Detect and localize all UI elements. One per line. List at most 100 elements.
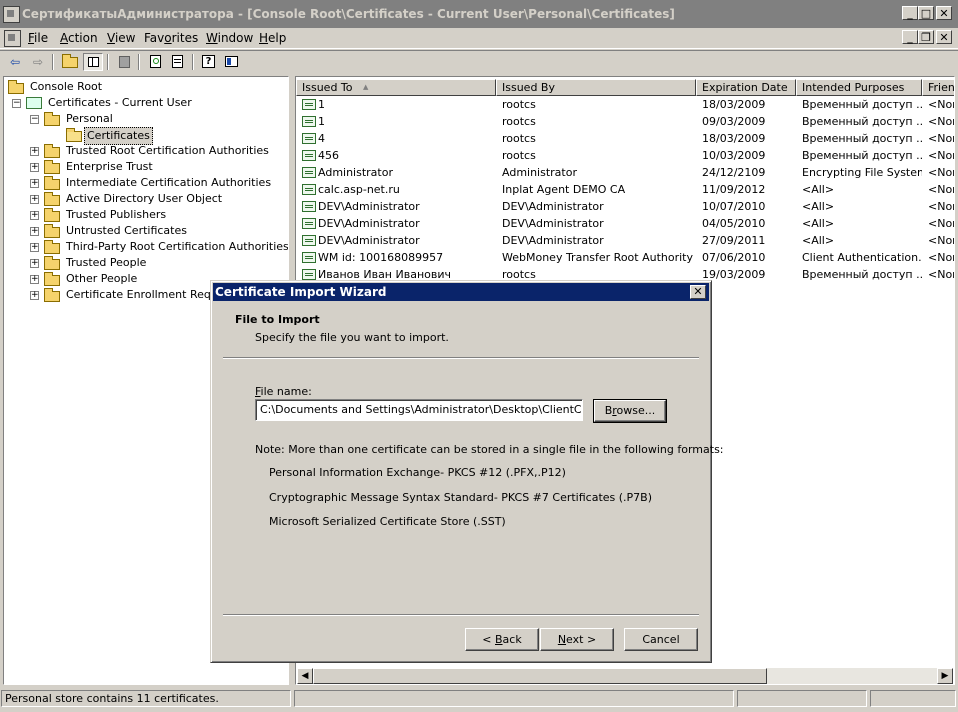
column-header-expiration-date[interactable]: Expiration Date — [696, 79, 796, 96]
show-hide-tree-icon[interactable] — [83, 53, 103, 71]
cell-issued-to: 456 — [318, 149, 339, 162]
collapse-icon[interactable]: − — [30, 115, 39, 124]
toolbar-separator — [138, 54, 140, 70]
cell-issued-by: Administrator — [502, 166, 577, 179]
dialog-title-bar[interactable]: Certificate Import Wizard ✕ — [213, 283, 709, 301]
expand-icon[interactable]: + — [30, 259, 39, 268]
certificate-icon — [302, 269, 316, 280]
maximize-button[interactable]: □ — [918, 6, 934, 20]
cell-intended-purposes: <All> — [802, 234, 835, 247]
cell-issued-to: DEV\Administrator — [318, 234, 420, 247]
table-row[interactable]: calc.asp-net.ru Inplat Agent DEMO CA 11/09… — [296, 181, 954, 198]
cell-intended-purposes: Временный доступ ... — [802, 149, 922, 162]
file-name-input[interactable]: C:\Documents and Settings\Administrator\… — [255, 399, 583, 421]
cell-intended-purposes: Временный доступ ... — [802, 98, 922, 111]
mdi-restore-button[interactable]: ❐ — [918, 30, 934, 44]
forward-arrow-icon[interactable]: ⇨ — [28, 53, 48, 71]
folder-icon — [44, 208, 60, 222]
horizontal-scrollbar[interactable]: ◀ ▶ — [297, 668, 953, 684]
scroll-thumb[interactable] — [313, 668, 767, 684]
cell-friendly-name: <Non — [928, 251, 954, 264]
certificate-icon — [302, 133, 316, 144]
mdi-minimize-button[interactable]: _ — [902, 30, 918, 44]
open-folder-icon — [66, 128, 82, 142]
menu-favorites[interactable]: Favorites — [144, 31, 198, 45]
menu-help[interactable]: Help — [259, 31, 286, 45]
menu-file[interactable]: File — [28, 31, 48, 45]
dialog-close-button[interactable]: ✕ — [690, 285, 706, 299]
expand-icon[interactable]: + — [30, 147, 39, 156]
toolbar-separator — [52, 54, 54, 70]
cell-issued-to: WM id: 100168089957 — [318, 251, 444, 264]
cell-intended-purposes: <All> — [802, 183, 835, 196]
status-field — [870, 690, 956, 707]
cell-expiration-date: 09/03/2009 — [702, 115, 766, 128]
mdi-close-button[interactable]: ✕ — [936, 30, 952, 44]
menu-action[interactable]: Action — [60, 31, 98, 45]
cell-issued-by: rootcs — [502, 98, 536, 111]
table-row[interactable]: Administrator Administrator 24/12/2109 Encr… — [296, 164, 954, 181]
cell-friendly-name: <Non — [928, 98, 954, 111]
column-header-issued-to[interactable]: Issued To ▲ — [296, 79, 496, 96]
menu-view[interactable]: View — [107, 31, 135, 45]
table-row[interactable]: DEV\Administrator DEV\Administrator 27/09/… — [296, 232, 954, 249]
back-button[interactable]: < Back — [465, 628, 539, 651]
wizard-subheading: Specify the file you want to import. — [255, 331, 449, 344]
expand-icon[interactable]: + — [30, 195, 39, 204]
delete-icon[interactable] — [115, 53, 135, 71]
expand-icon[interactable]: + — [30, 291, 39, 300]
expand-icon[interactable]: + — [30, 179, 39, 188]
table-row[interactable]: WM id: 100168089957 WebMoney Transfer Roo… — [296, 249, 954, 266]
table-row[interactable]: DEV\Administrator DEV\Administrator 10/07/… — [296, 198, 954, 215]
folder-icon — [44, 176, 60, 190]
next-button[interactable]: Next > — [540, 628, 614, 651]
expand-icon[interactable]: + — [30, 243, 39, 252]
mmc-app-icon[interactable] — [3, 6, 20, 23]
format-sst: Microsoft Serialized Certificate Store (… — [269, 515, 506, 528]
folder-icon — [44, 272, 60, 286]
scroll-right-icon[interactable]: ▶ — [937, 668, 953, 684]
menu-window[interactable]: Window — [206, 31, 253, 45]
column-header-intended-purposes[interactable]: Intended Purposes — [796, 79, 922, 96]
scroll-left-icon[interactable]: ◀ — [297, 668, 313, 684]
cell-expiration-date: 19/03/2009 — [702, 268, 766, 281]
cell-issued-to: DEV\Administrator — [318, 200, 420, 213]
expand-icon[interactable]: + — [30, 275, 39, 284]
export-list-icon[interactable] — [168, 53, 188, 71]
collapse-icon[interactable]: − — [12, 99, 21, 108]
cell-issued-by: Inplat Agent DEMO CA — [502, 183, 626, 196]
table-row[interactable]: 4 rootcs 18/03/2009 Временный доступ ... <No… — [296, 130, 954, 147]
cell-intended-purposes: Временный доступ ... — [802, 268, 922, 281]
cell-issued-to: 1 — [318, 115, 325, 128]
table-row[interactable]: 456 rootcs 10/03/2009 Временный доступ ... <… — [296, 147, 954, 164]
refresh-icon[interactable] — [146, 53, 166, 71]
certificate-icon — [302, 252, 316, 263]
help-icon[interactable]: ? — [199, 53, 219, 71]
column-header-issued-by[interactable]: Issued By — [496, 79, 696, 96]
table-row[interactable]: DEV\Administrator DEV\Administrator 04/05/… — [296, 215, 954, 232]
back-arrow-icon[interactable]: ⇦ — [5, 53, 25, 71]
column-header-friendly-name[interactable]: Friend — [922, 79, 954, 96]
properties-icon[interactable] — [222, 53, 242, 71]
cell-friendly-name: <Non — [928, 217, 954, 230]
status-field — [737, 690, 867, 707]
certificate-icon — [302, 235, 316, 246]
close-button[interactable]: ✕ — [936, 6, 952, 20]
cell-intended-purposes: <All> — [802, 217, 835, 230]
up-folder-icon[interactable] — [60, 53, 80, 71]
window-title-bar[interactable]: СертификатыАдминистратора - [Console Roo… — [0, 0, 958, 28]
table-row[interactable]: 1 rootcs 09/03/2009 Временный доступ ... <No… — [296, 113, 954, 130]
cell-intended-purposes: <All> — [802, 200, 835, 213]
mdi-child-icon[interactable] — [4, 30, 21, 47]
expand-icon[interactable]: + — [30, 227, 39, 236]
cell-issued-by: rootcs — [502, 132, 536, 145]
folder-icon — [44, 144, 60, 158]
expand-icon[interactable]: + — [30, 163, 39, 172]
cancel-button[interactable]: Cancel — [624, 628, 698, 651]
browse-button[interactable]: Browse... — [593, 399, 667, 423]
table-row[interactable]: 1 rootcs 18/03/2009 Временный доступ ... <No… — [296, 96, 954, 113]
cell-issued-to: 4 — [318, 132, 325, 145]
minimize-button[interactable]: _ — [902, 6, 918, 20]
expand-icon[interactable]: + — [30, 211, 39, 220]
cell-expiration-date: 27/09/2011 — [702, 234, 766, 247]
